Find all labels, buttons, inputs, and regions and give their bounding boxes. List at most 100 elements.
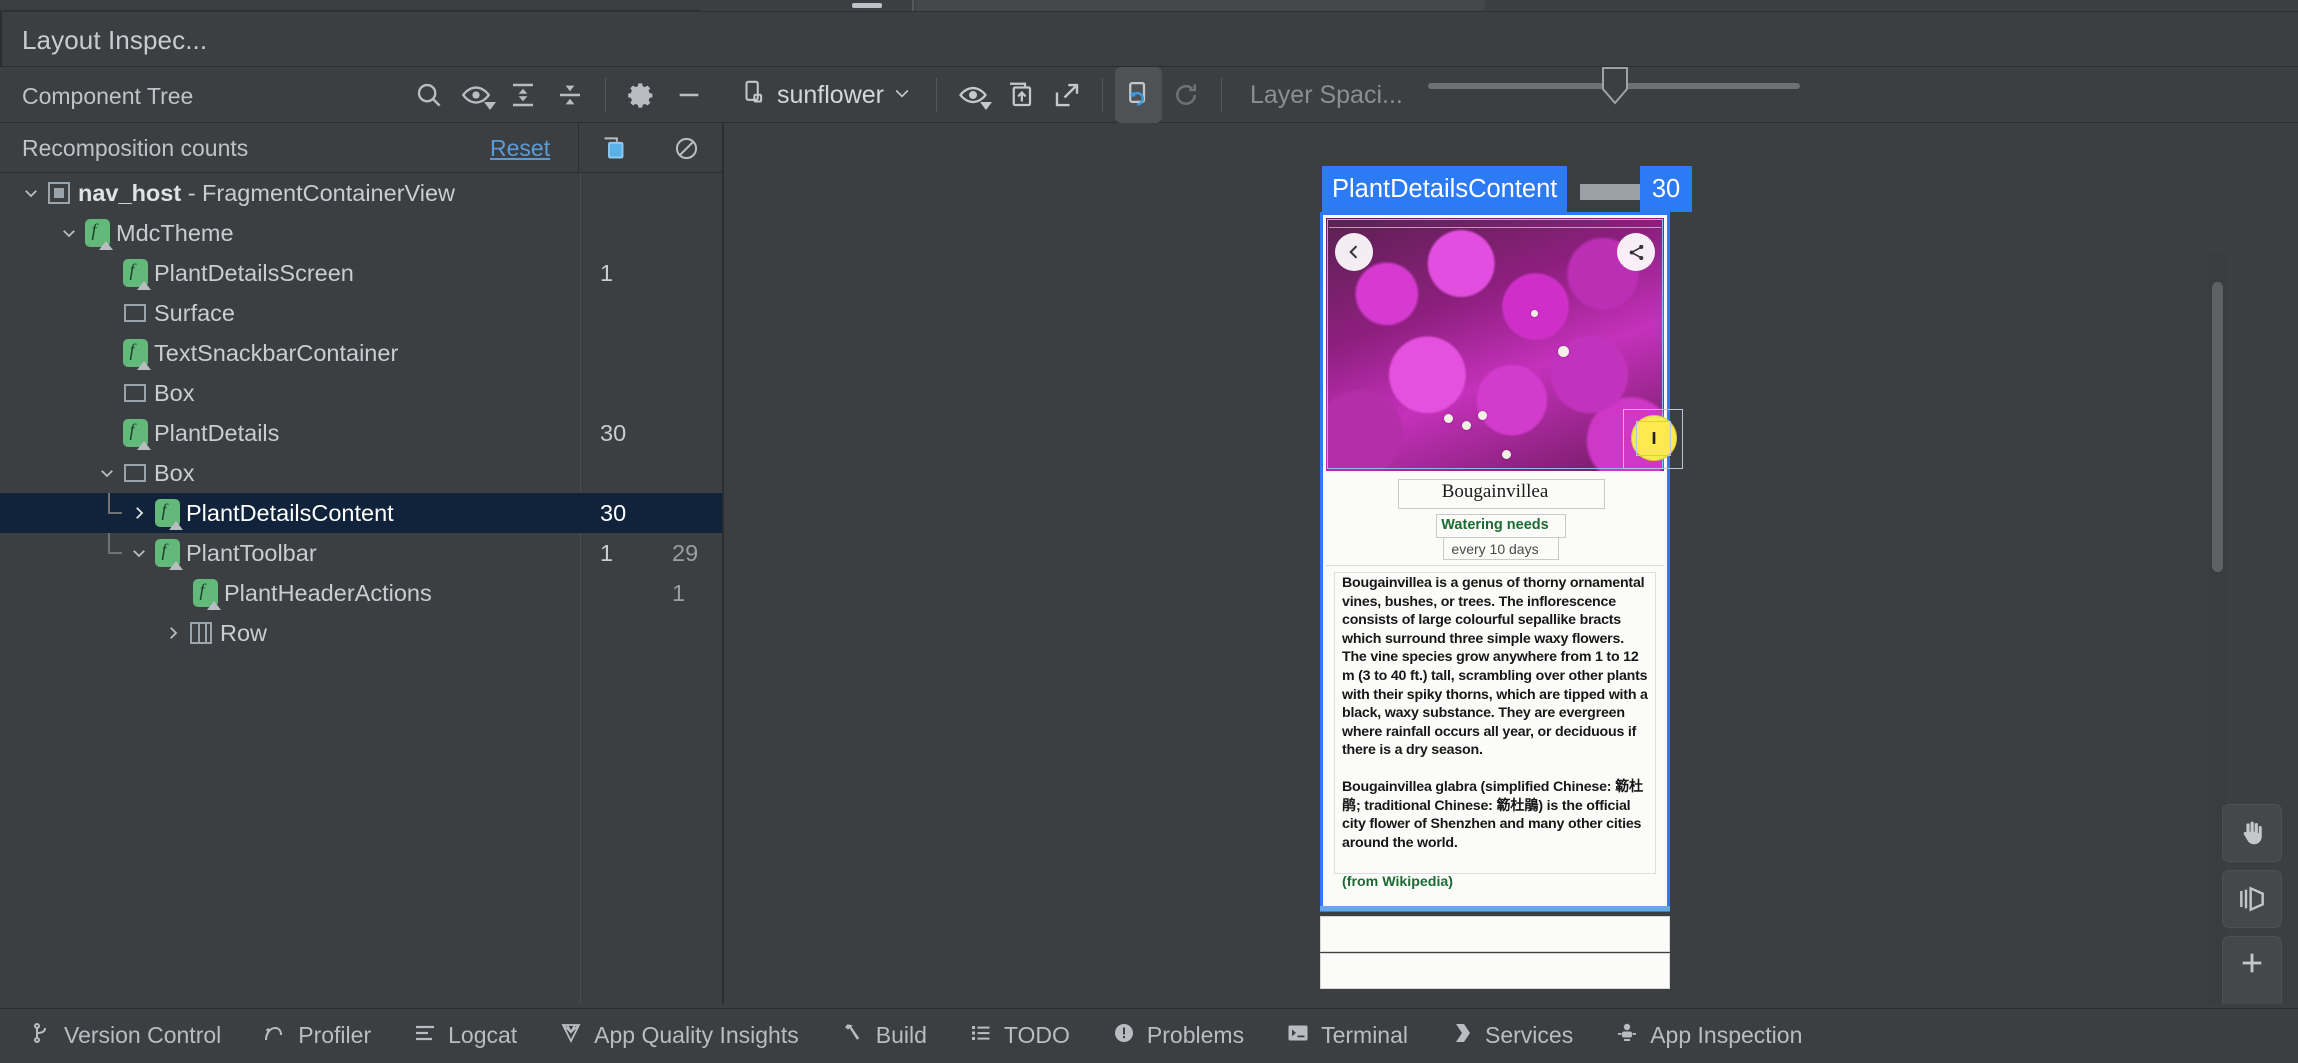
twisty-expanded[interactable] (56, 213, 82, 253)
tree-node-label: PlantToolbar (186, 539, 317, 566)
row-icon (186, 613, 216, 653)
services-icon (1450, 1021, 1474, 1050)
device-frame: Bougainvillea Watering needs every 10 da… (1320, 212, 1683, 912)
eye-dropdown-icon-2[interactable] (949, 67, 996, 123)
share-icon[interactable] (1617, 233, 1655, 271)
status-item-app-quality-insights[interactable]: App Quality Insights (538, 1009, 820, 1063)
chrome-left-strip (0, 0, 700, 11)
device-selector[interactable]: sunflower (730, 74, 924, 116)
box-icon (120, 373, 150, 413)
status-item-version-control[interactable]: Version Control (8, 1009, 242, 1063)
recomposition-skip-count: 29 (672, 539, 699, 566)
twisty-expanded[interactable] (18, 173, 44, 213)
table-row[interactable]: f PlantToolbar 1 29 (0, 533, 722, 573)
table-row[interactable]: Box (0, 453, 722, 493)
table-row[interactable]: f TextSnackbarContainer (0, 333, 722, 373)
status-item-label: Terminal (1321, 1022, 1408, 1048)
inspection-icon (1615, 1021, 1639, 1050)
live-updates-icon[interactable] (1115, 67, 1162, 123)
scrollbar-thumb[interactable] (2212, 282, 2223, 572)
tree-node-label: PlantDetails (154, 419, 280, 446)
table-row[interactable]: Surface (0, 293, 722, 333)
layer-spacing-slider[interactable] (1428, 67, 1800, 105)
twisty-expanded[interactable] (94, 453, 120, 493)
table-row-selected[interactable]: f PlantDetailsContent 30 (0, 493, 722, 533)
status-item-profiler[interactable]: Profiler (242, 1009, 392, 1063)
pan-tool-icon[interactable] (2222, 804, 2282, 862)
table-row[interactable]: nav_host - FragmentContainerView (0, 173, 722, 213)
table-row[interactable]: f MdcTheme (0, 213, 722, 253)
plant-name: Bougainvillea (1441, 481, 1549, 502)
nav-bar-1 (1320, 916, 1670, 952)
table-row[interactable]: f PlantDetailsScreen 1 (0, 253, 722, 293)
tree-toolbar-icons (405, 67, 712, 123)
tree-guide (108, 512, 122, 514)
search-icon[interactable] (405, 67, 452, 123)
3d-layers-icon[interactable] (2222, 870, 2282, 928)
plant-info-header: Bougainvillea Watering needs every 10 da… (1326, 473, 1664, 566)
zoom-out-icon[interactable] (2223, 989, 2281, 1004)
component-tree-label: Component Tree (22, 83, 194, 109)
table-row[interactable]: f PlantDetails 30 (0, 413, 722, 453)
tree-node-label: Box (154, 459, 195, 486)
description-paragraph-1: Bougainvillea is a genus of thorny ornam… (1342, 575, 1648, 759)
status-item-label: Build (875, 1022, 927, 1048)
chrome-search-field[interactable] (915, 0, 1485, 11)
status-item-services[interactable]: Services (1429, 1009, 1594, 1063)
device-preview[interactable]: PlantDetailsContent 30 Bougainvillea Wat… (1320, 166, 1692, 989)
layout-inspector-window: Layout Inspec... Component Tree sunflowe… (0, 0, 2298, 1062)
tree-node-label: PlantHeaderActions (224, 579, 432, 606)
profiler-icon (263, 1021, 287, 1050)
collapse-all-icon[interactable] (546, 67, 593, 123)
selected-node-badge: PlantDetailsContent 30 (1322, 166, 1692, 212)
status-item-label: TODO (1003, 1022, 1070, 1048)
table-row[interactable]: f PlantHeaderActions 1 (0, 573, 722, 613)
expand-all-icon[interactable] (499, 67, 546, 123)
component-tree[interactable]: nav_host - FragmentContainerView f MdcTh… (0, 173, 723, 1004)
status-item-label: App Inspection (1650, 1022, 1803, 1048)
page-title: Layout Inspec... (22, 25, 208, 55)
hero-selection-outline (1327, 219, 1663, 469)
branch-icon (29, 1021, 53, 1050)
recomposition-counts-bar: Recomposition counts Reset (0, 123, 723, 173)
reset-link[interactable]: Reset (490, 135, 550, 162)
no-highlight-icon[interactable] (673, 135, 700, 167)
minimize-icon[interactable] (665, 67, 712, 123)
zoom-controls (2222, 936, 2282, 1004)
status-item-label: Profiler (298, 1022, 372, 1048)
watering-needs-label: Watering needs (1441, 517, 1549, 533)
status-item-terminal[interactable]: Terminal (1265, 1009, 1429, 1063)
slider-thumb[interactable] (1600, 66, 1630, 106)
layer-spacing-label: Layer Spaci... (1250, 80, 1403, 109)
recomposition-count: 1 (600, 539, 614, 566)
status-item-problems[interactable]: Problems (1091, 1009, 1265, 1063)
highlight-recompositions-icon[interactable] (600, 135, 627, 167)
twisty-collapsed[interactable] (126, 493, 152, 533)
status-item-logcat[interactable]: Logcat (392, 1009, 538, 1063)
view-icon (44, 173, 74, 213)
eye-dropdown-icon[interactable] (452, 67, 499, 123)
badge-label: PlantDetailsContent (1322, 166, 1568, 212)
back-arrow-icon[interactable] (1335, 233, 1373, 271)
status-item-todo[interactable]: TODO (948, 1009, 1091, 1063)
status-item-label: App Quality Insights (594, 1022, 799, 1048)
table-row[interactable]: Box (0, 373, 722, 413)
status-item-build[interactable]: Build (820, 1009, 948, 1063)
recomposition-skip-count: 1 (672, 579, 686, 606)
refresh-icon[interactable] (1162, 67, 1209, 123)
stage-tools (2222, 804, 2282, 1004)
export-icon[interactable] (1043, 67, 1090, 123)
layers-upload-icon[interactable] (996, 67, 1043, 123)
title-left-edge (0, 12, 2, 67)
ide-chrome-sliver (0, 0, 2298, 12)
chrome-gap (824, 0, 832, 10)
table-row[interactable]: Row (0, 613, 722, 653)
gear-icon[interactable] (618, 67, 665, 123)
status-item-app-inspection[interactable]: App Inspection (1594, 1009, 1823, 1063)
preview-stage[interactable]: PlantDetailsContent 30 Bougainvillea Wat… (724, 124, 2298, 1004)
chrome-pill (852, 3, 882, 8)
twisty-expanded[interactable] (126, 533, 152, 573)
zoom-in-icon[interactable] (2223, 937, 2281, 989)
twisty-collapsed[interactable] (160, 613, 186, 653)
tree-node-label: nav_host - FragmentContainerView (78, 179, 456, 206)
